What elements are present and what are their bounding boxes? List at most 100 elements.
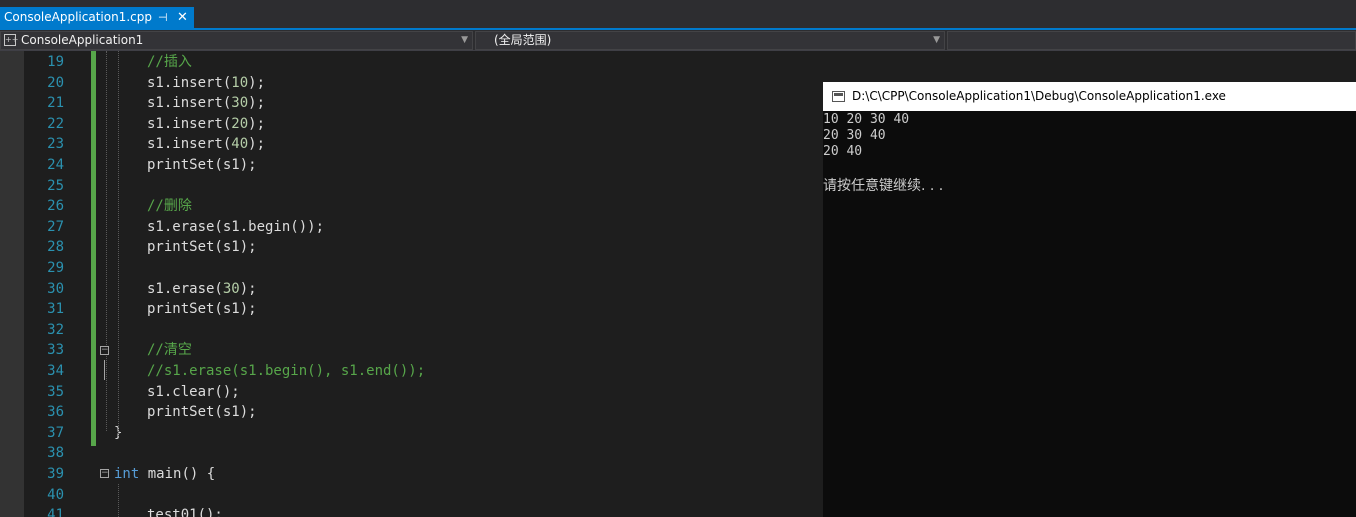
line-number: 31 xyxy=(47,301,64,318)
code-line[interactable]: 24 printSet(s1); xyxy=(0,155,823,176)
code-text: s1.insert(40); xyxy=(147,134,265,155)
code-line[interactable]: 20 s1.insert(10); xyxy=(0,73,823,94)
line-number: 22 xyxy=(47,115,64,132)
code-token: printSet(s1); xyxy=(147,157,257,173)
document-tab-strip: ConsoleApplication1.cpp ⊣ ✕ xyxy=(0,0,1356,28)
code-text: s1.insert(10); xyxy=(147,73,265,94)
code-text: //清空 xyxy=(147,340,192,361)
console-title: D:\C\CPP\ConsoleApplication1\Debug\Conso… xyxy=(852,89,1226,103)
code-line[interactable]: 40 xyxy=(0,485,823,506)
code-token: s1.erase(s1.begin()); xyxy=(147,218,325,235)
code-token: ); xyxy=(248,136,266,153)
code-text: printSet(s1); xyxy=(147,299,257,320)
code-token: //插入 xyxy=(147,54,192,70)
console-window-icon xyxy=(832,91,845,102)
code-token: test01(); xyxy=(147,507,223,517)
code-line[interactable]: 26 //删除 xyxy=(0,196,823,217)
code-line[interactable]: 38 xyxy=(0,443,823,464)
code-token: int xyxy=(114,466,140,482)
chevron-down-icon[interactable]: ▼ xyxy=(933,32,940,49)
line-number: 32 xyxy=(47,321,64,338)
code-line[interactable]: 32 xyxy=(0,320,823,341)
navigation-bar: ++ ConsoleApplication1 ▼ (全局范围) ▼ xyxy=(0,30,1356,51)
code-token: main() { xyxy=(139,466,216,482)
indent-guide xyxy=(118,51,119,436)
code-line[interactable]: 23 s1.insert(40); xyxy=(0,134,823,155)
code-line[interactable]: 28 printSet(s1); xyxy=(0,237,823,258)
fold-line xyxy=(106,51,107,431)
code-line[interactable]: 33 //清空 xyxy=(0,340,823,361)
console-line: 10 20 30 40 xyxy=(823,112,910,127)
tab-consoleapplication1-cpp[interactable]: ConsoleApplication1.cpp ⊣ ✕ xyxy=(0,7,194,28)
console-line: 请按任意键继续. . . xyxy=(823,178,944,194)
scope-dropdown-value: (全局范围) xyxy=(494,33,552,47)
project-dropdown-value: ConsoleApplication1 xyxy=(21,33,144,47)
code-text: s1.clear(); xyxy=(147,382,240,403)
chevron-down-icon[interactable]: ▼ xyxy=(461,32,468,49)
collapse-region-icon[interactable]: − xyxy=(100,346,109,355)
code-line[interactable]: 41 test01(); xyxy=(0,505,823,517)
line-number: 37 xyxy=(47,424,64,441)
code-token: 10 xyxy=(231,74,249,91)
console-window[interactable]: D:\C\CPP\ConsoleApplication1\Debug\Conso… xyxy=(823,82,1356,517)
code-line[interactable]: 30 s1.erase(30); xyxy=(0,279,823,300)
code-text: test01(); xyxy=(147,505,223,517)
code-token: s1.insert( xyxy=(147,136,232,153)
code-token: s1.erase( xyxy=(147,280,223,297)
code-text: s1.insert(30); xyxy=(147,93,265,114)
code-text: printSet(s1); xyxy=(147,237,257,258)
code-line[interactable]: 25 xyxy=(0,176,823,197)
console-title-bar[interactable]: D:\C\CPP\ConsoleApplication1\Debug\Conso… xyxy=(823,82,1356,111)
code-token: 30 xyxy=(222,280,240,297)
line-number: 23 xyxy=(47,136,64,153)
code-line[interactable]: 27 s1.erase(s1.begin()); xyxy=(0,217,823,238)
line-number: 40 xyxy=(47,486,64,503)
code-line[interactable]: 19 //插入 xyxy=(0,52,823,73)
code-line[interactable]: 39 int main() { xyxy=(0,464,823,485)
project-dropdown[interactable]: ++ ConsoleApplication1 ▼ xyxy=(0,31,473,50)
code-token: ); xyxy=(239,280,257,297)
line-number: 38 xyxy=(47,445,64,462)
line-number: 21 xyxy=(47,95,64,112)
code-token: printSet(s1); xyxy=(147,301,257,318)
line-number: 33 xyxy=(47,342,64,359)
code-text: //s1.erase(s1.begin(), s1.end()); xyxy=(147,361,425,382)
line-number: 34 xyxy=(47,363,64,379)
code-token: ); xyxy=(248,115,266,132)
code-line[interactable]: 37} xyxy=(0,423,823,444)
console-line: 20 30 40 xyxy=(823,128,886,143)
scope-dropdown[interactable]: (全局范围) ▼ xyxy=(475,31,945,50)
line-number: 29 xyxy=(47,260,64,276)
collapse-region-icon[interactable]: − xyxy=(100,469,109,478)
close-icon[interactable]: ✕ xyxy=(177,7,188,28)
code-token: printSet(s1); xyxy=(147,239,257,256)
code-token: 30 xyxy=(231,95,249,112)
line-number: 25 xyxy=(47,177,64,194)
code-line[interactable]: 34 //s1.erase(s1.begin(), s1.end()); xyxy=(0,361,823,382)
code-editor[interactable]: 19//插入 20 s1.insert(10); 21 s1.insert(30); 22… xyxy=(0,51,823,517)
code-line[interactable]: 21 s1.insert(30); xyxy=(0,93,823,114)
code-line[interactable]: 35 s1.clear(); xyxy=(0,382,823,403)
code-token: //s1.erase(s1.begin(), s1.end()); xyxy=(147,363,426,379)
code-line[interactable]: 31 printSet(s1); xyxy=(0,299,823,320)
line-number: 36 xyxy=(47,404,64,421)
line-number: 26 xyxy=(47,198,64,215)
code-line[interactable]: 29 xyxy=(0,258,823,279)
project-icon: ++ xyxy=(4,34,19,46)
tab-title: ConsoleApplication1.cpp xyxy=(4,10,152,24)
line-number: 27 xyxy=(47,218,64,235)
line-number: 39 xyxy=(47,466,64,482)
code-line[interactable]: 22 s1.insert(20); xyxy=(0,114,823,135)
code-line[interactable]: 36 printSet(s1); xyxy=(0,402,823,423)
line-number: 19 xyxy=(47,54,64,70)
line-number: 35 xyxy=(47,383,64,400)
code-token: s1.insert( xyxy=(147,95,232,112)
line-number: 30 xyxy=(47,280,64,297)
code-token: ); xyxy=(248,74,266,91)
line-number: 41 xyxy=(47,507,64,517)
pin-icon[interactable]: ⊣ xyxy=(158,7,168,28)
code-token: ); xyxy=(248,95,266,112)
code-token: 20 xyxy=(231,115,249,132)
member-dropdown[interactable] xyxy=(947,31,1356,50)
code-token: s1.insert( xyxy=(147,115,232,132)
